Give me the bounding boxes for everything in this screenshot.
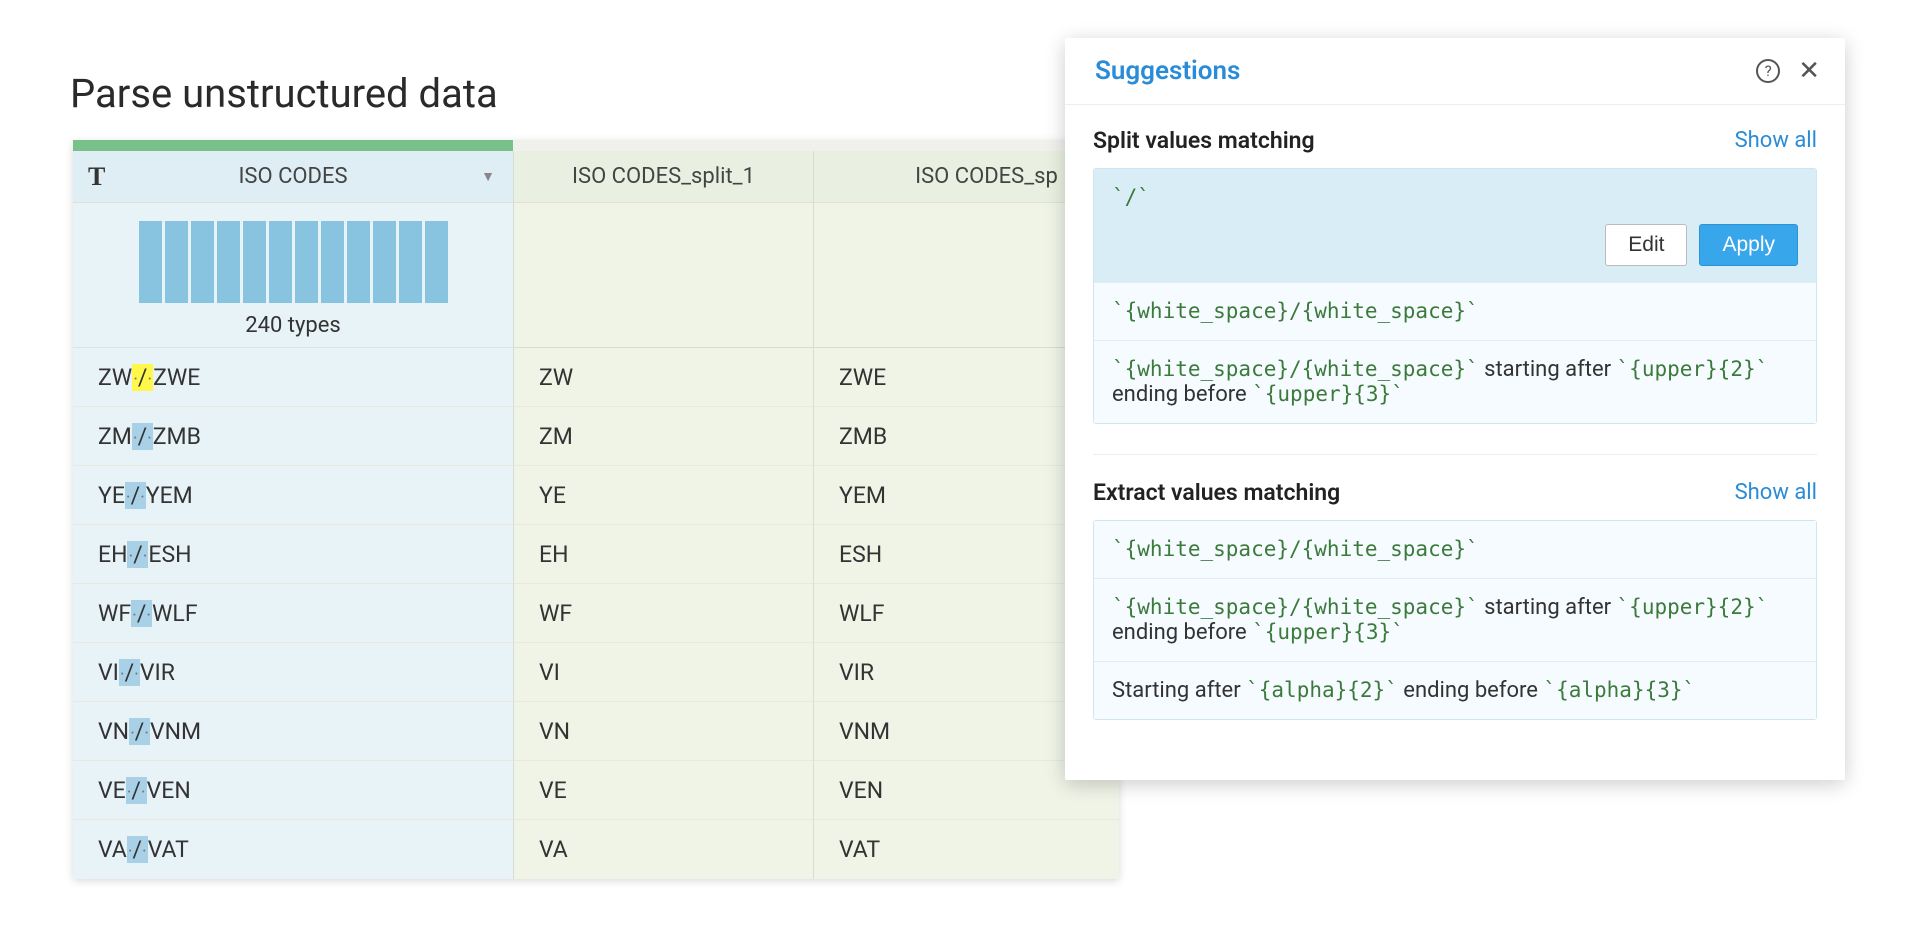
cell-split-1[interactable]: ZW — [513, 348, 813, 407]
page-title: Parse unstructured data — [70, 70, 498, 117]
suggestion-item[interactable]: `{white_space}/{white_space}` — [1094, 521, 1816, 579]
table-row[interactable]: ZW·/·ZWEZWZWE — [73, 348, 1119, 407]
suggestion-item[interactable]: Starting after `{alpha}{2}` ending befor… — [1094, 662, 1816, 719]
histogram-bar — [347, 221, 370, 303]
histogram-bar — [425, 221, 448, 303]
suggestions-panel: Suggestions ? ✕ Split values matching Sh… — [1065, 38, 1845, 780]
table-row[interactable]: EH·/·ESHEHESH — [73, 525, 1119, 584]
cell-iso-codes[interactable]: VI·/·VIR — [73, 643, 513, 702]
cell-iso-codes[interactable]: WF·/·WLF — [73, 584, 513, 643]
extract-section-head: Extract values matching Show all — [1093, 479, 1817, 506]
column-header-split-1[interactable]: ISO CODES_split_1 — [513, 151, 813, 203]
pattern-text: Starting after — [1112, 678, 1246, 703]
suggestion-item[interactable]: `/` Edit Apply — [1094, 169, 1816, 283]
cell-iso-codes[interactable]: YE·/·YEM — [73, 466, 513, 525]
section-divider — [1093, 454, 1817, 455]
extract-suggestions-box: `{white_space}/{white_space}``{white_spa… — [1093, 520, 1817, 720]
pattern-text: ending before — [1398, 678, 1544, 703]
pattern-token: `{upper}{3}` — [1252, 382, 1404, 406]
progress-rest — [513, 140, 1119, 151]
text-type-icon: T — [88, 162, 105, 192]
histogram-bar — [295, 221, 318, 303]
edit-button[interactable]: Edit — [1605, 224, 1687, 266]
pattern-text: starting after — [1479, 357, 1617, 382]
suggestions-title: Suggestions — [1095, 56, 1756, 86]
pattern-token: `{upper}{3}` — [1252, 620, 1404, 644]
progress-bar — [73, 140, 1119, 151]
histogram-bar — [321, 221, 344, 303]
table-row[interactable]: VE·/·VENVEVEN — [73, 761, 1119, 820]
cell-iso-codes[interactable]: EH·/·ESH — [73, 525, 513, 584]
pattern-token: `{alpha}{3}` — [1543, 678, 1695, 702]
pattern-token: `{white_space}/{white_space}` — [1112, 357, 1479, 381]
types-count-label: 240 types — [245, 313, 341, 338]
suggestion-item[interactable]: `{white_space}/{white_space}` starting a… — [1094, 341, 1816, 423]
histogram-bar — [269, 221, 292, 303]
cell-iso-codes[interactable]: ZW·/·ZWE — [73, 348, 513, 407]
histogram-row: 240 types — [73, 203, 1119, 348]
column-header-iso-codes[interactable]: T ISO CODES ▼ — [73, 151, 513, 203]
suggestions-header: Suggestions ? ✕ — [1065, 38, 1845, 105]
table-row[interactable]: WF·/·WLFWFWLF — [73, 584, 1119, 643]
cell-split-1[interactable]: EH — [513, 525, 813, 584]
cell-split-2[interactable]: VAT — [813, 820, 1119, 879]
cell-iso-codes[interactable]: VE·/·VEN — [73, 761, 513, 820]
table-row[interactable]: VI·/·VIRVIVIR — [73, 643, 1119, 702]
cell-split-1[interactable]: YE — [513, 466, 813, 525]
data-table-panel: T ISO CODES ▼ ISO CODES_split_1 ISO CODE… — [73, 140, 1119, 879]
histogram-bar — [217, 221, 240, 303]
table-row[interactable]: VA·/·VATVAVAT — [73, 820, 1119, 879]
cell-split-1[interactable]: VE — [513, 761, 813, 820]
pattern-token: `{white_space}/{white_space}` — [1112, 595, 1479, 619]
cell-split-1[interactable]: VN — [513, 702, 813, 761]
histogram-bar — [373, 221, 396, 303]
histogram-bar — [139, 221, 162, 303]
split-section-title: Split values matching — [1093, 127, 1735, 154]
help-icon[interactable]: ? — [1756, 59, 1780, 83]
table-header: T ISO CODES ▼ ISO CODES_split_1 ISO CODE… — [73, 151, 1119, 203]
table-row[interactable]: VN·/·VNMVNVNM — [73, 702, 1119, 761]
cell-split-1[interactable]: VI — [513, 643, 813, 702]
cell-split-1[interactable]: WF — [513, 584, 813, 643]
show-all-link[interactable]: Show all — [1735, 128, 1817, 153]
close-icon[interactable]: ✕ — [1798, 58, 1820, 84]
pattern-token: `{white_space}/{white_space}` — [1112, 299, 1479, 323]
histogram-bar — [243, 221, 266, 303]
table-row[interactable]: YE·/·YEMYEYEM — [73, 466, 1119, 525]
chevron-down-icon[interactable]: ▼ — [481, 168, 495, 185]
pattern-text: starting after — [1479, 595, 1617, 620]
pattern-token: `/` — [1112, 185, 1150, 209]
cell-iso-codes[interactable]: VN·/·VNM — [73, 702, 513, 761]
pattern-text: ending before — [1112, 382, 1252, 407]
suggestion-item[interactable]: `{white_space}/{white_space}` starting a… — [1094, 579, 1816, 662]
histogram-bar — [165, 221, 188, 303]
pattern-text: ending before — [1112, 620, 1252, 645]
cell-iso-codes[interactable]: VA·/·VAT — [73, 820, 513, 879]
cell-iso-codes[interactable]: ZM·/·ZMB — [73, 407, 513, 466]
pattern-token: `{upper}{2}` — [1617, 595, 1769, 619]
pattern-token: `{alpha}{2}` — [1246, 678, 1398, 702]
pattern-token: `{white_space}/{white_space}` — [1112, 537, 1479, 561]
histogram-empty-1 — [513, 203, 813, 348]
apply-button[interactable]: Apply — [1699, 224, 1798, 266]
suggestion-item[interactable]: `{white_space}/{white_space}` — [1094, 283, 1816, 341]
histogram-bar — [191, 221, 214, 303]
column-label: ISO CODES_sp — [915, 164, 1058, 189]
histogram-bar — [399, 221, 422, 303]
histogram-cell[interactable]: 240 types — [73, 203, 513, 348]
table-row[interactable]: ZM·/·ZMBZMZMB — [73, 407, 1119, 466]
cell-split-1[interactable]: VA — [513, 820, 813, 879]
split-section-head: Split values matching Show all — [1093, 127, 1817, 154]
pattern-token: `{upper}{2}` — [1617, 357, 1769, 381]
split-suggestions-box: `/` Edit Apply `{white_space}/{white_space}… — [1093, 168, 1817, 424]
cell-split-1[interactable]: ZM — [513, 407, 813, 466]
progress-fill — [73, 140, 513, 151]
column-label: ISO CODES_split_1 — [572, 164, 755, 189]
extract-section-title: Extract values matching — [1093, 479, 1735, 506]
show-all-link[interactable]: Show all — [1735, 480, 1817, 505]
column-label: ISO CODES — [238, 164, 347, 189]
histogram-bars — [139, 221, 448, 303]
